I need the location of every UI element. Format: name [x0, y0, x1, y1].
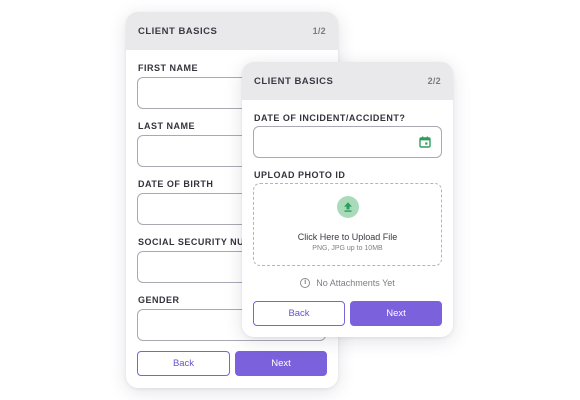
step-indicator: 2/2 [427, 76, 441, 86]
client-basics-card-step-2: CLIENT BASICS 2/2 DATE OF INCIDENT/ACCID… [242, 62, 453, 337]
attachments-status-text: No Attachments Yet [316, 278, 395, 288]
calendar-icon[interactable] [419, 136, 431, 148]
upload-file-hint: PNG, JPG up to 10MB [312, 245, 383, 252]
step-indicator: 1/2 [312, 26, 326, 36]
last-name-label: LAST NAME [138, 121, 195, 131]
card-title: CLIENT BASICS [254, 75, 334, 87]
incident-date-label: DATE OF INCIDENT/ACCIDENT? [254, 113, 406, 123]
gender-label: GENDER [138, 295, 180, 305]
back-button[interactable]: Back [137, 351, 230, 376]
first-name-label: FIRST NAME [138, 63, 198, 73]
incident-date-field[interactable] [253, 126, 442, 158]
upload-dropzone[interactable]: Click Here to Upload File PNG, JPG up to… [253, 183, 442, 266]
upload-arrow-icon [337, 196, 359, 218]
upload-photo-id-label: UPLOAD PHOTO ID [254, 170, 346, 180]
next-button[interactable]: Next [350, 301, 442, 326]
back-button[interactable]: Back [253, 301, 345, 326]
date-of-birth-label: DATE OF BIRTH [138, 179, 214, 189]
card-header: CLIENT BASICS 1/2 [126, 12, 338, 50]
card-header: CLIENT BASICS 2/2 [242, 62, 453, 100]
attachments-status: i No Attachments Yet [242, 278, 453, 288]
card-title: CLIENT BASICS [138, 25, 218, 37]
next-button[interactable]: Next [235, 351, 327, 376]
info-icon: i [300, 278, 311, 288]
upload-instruction: Click Here to Upload File [297, 232, 398, 242]
